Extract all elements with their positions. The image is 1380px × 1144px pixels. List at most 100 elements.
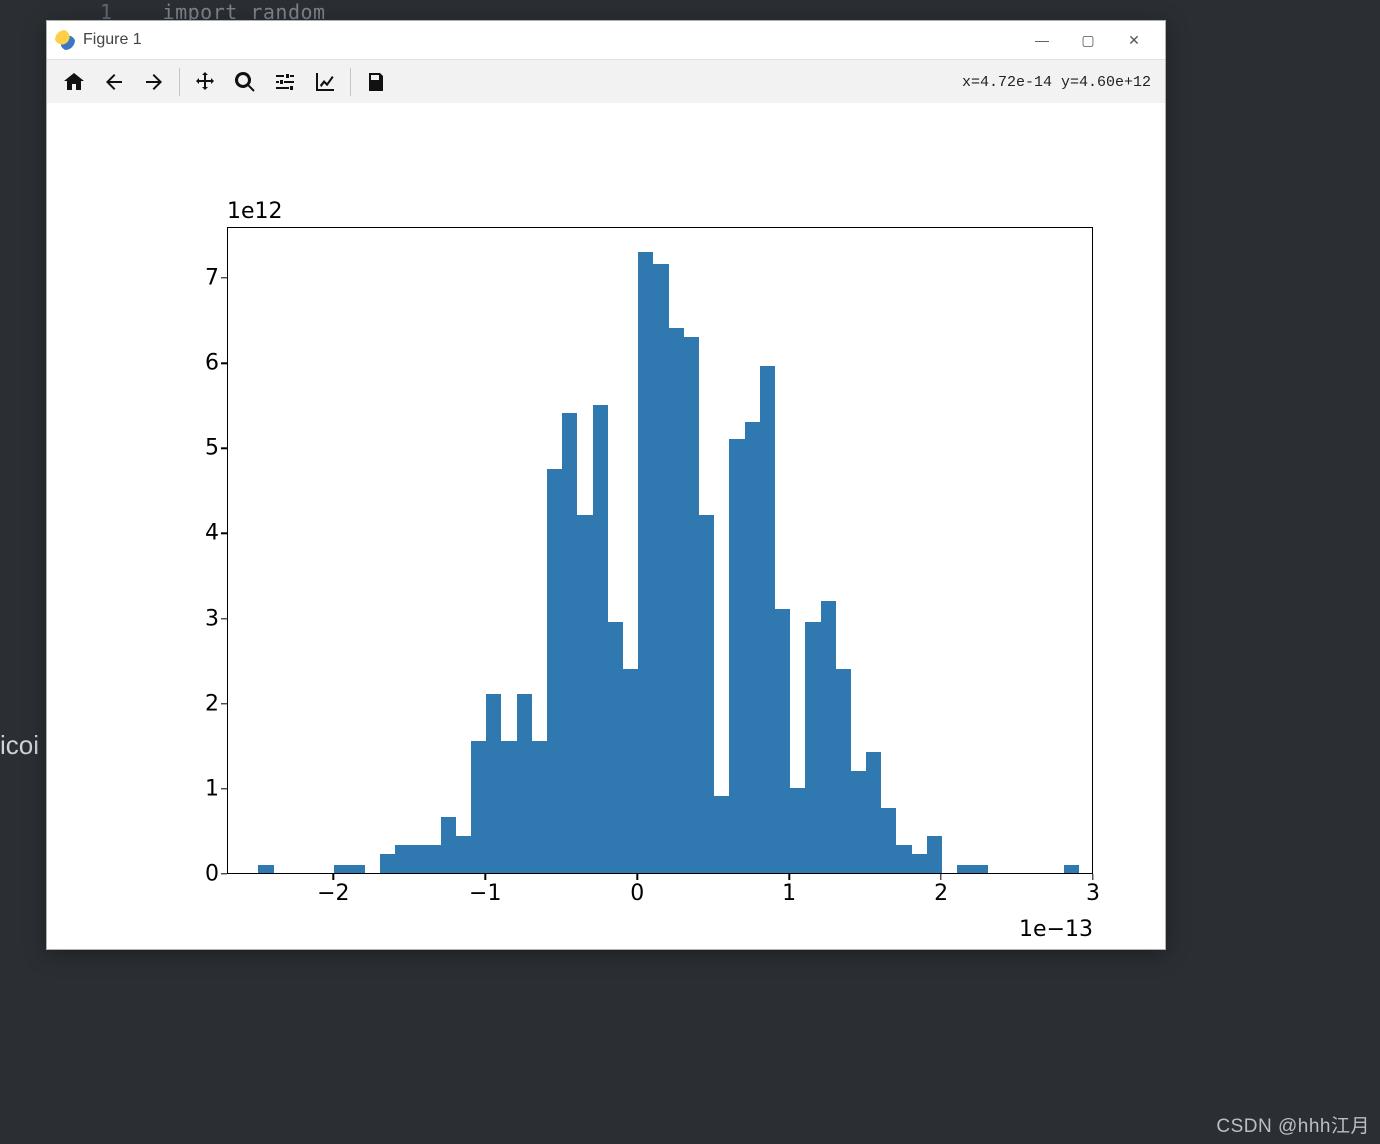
histogram-bar [547, 469, 562, 873]
pan-button[interactable] [186, 64, 224, 100]
maximize-icon: ▢ [1081, 32, 1094, 49]
x-tick-mark [1092, 874, 1093, 880]
histogram-bar [760, 366, 775, 873]
close-button[interactable]: ✕ [1111, 25, 1157, 55]
y-tick-mark [221, 703, 227, 704]
histogram-bar [471, 741, 486, 873]
histogram-bar [957, 865, 972, 874]
y-tick-mark [221, 618, 227, 619]
histogram-bar [775, 609, 790, 873]
save-icon [364, 70, 388, 94]
zoom-button[interactable] [226, 64, 264, 100]
configure-subplots-button[interactable] [266, 64, 304, 100]
x-tick-mark [788, 874, 789, 880]
x-offset-text: 1e−13 [1019, 917, 1093, 942]
window-title: Figure 1 [83, 31, 142, 49]
histogram-bar [805, 622, 820, 873]
histogram-bar [790, 788, 805, 873]
y-tick-mark [221, 277, 227, 278]
y-tick-mark [221, 533, 227, 534]
histogram-bar [653, 264, 668, 873]
sliders-icon [273, 70, 297, 94]
minimize-button[interactable]: — [1019, 25, 1065, 55]
axes-frame [227, 227, 1093, 874]
histogram-bar [517, 694, 532, 873]
chart-line-icon [313, 70, 337, 94]
maximize-button[interactable]: ▢ [1065, 25, 1111, 55]
mpl-toolbar: x=4.72e-14 y=4.60e+12 [47, 60, 1165, 105]
y-tick-label: 1 [179, 776, 219, 801]
histogram-bar [501, 741, 516, 873]
y-tick-mark [221, 448, 227, 449]
x-tick-mark [637, 874, 638, 880]
histogram-bar [821, 601, 836, 873]
figure-window: Figure 1 — ▢ ✕ [46, 20, 1166, 950]
histogram-bar [441, 817, 456, 873]
x-tick-label: −2 [317, 881, 349, 906]
histogram-bar [729, 439, 744, 873]
y-tick-label: 3 [179, 606, 219, 631]
save-button[interactable] [357, 64, 395, 100]
arrow-right-icon [142, 70, 166, 94]
y-tick-label: 2 [179, 691, 219, 716]
y-offset-text: 1e12 [227, 199, 283, 224]
x-tick-label: −1 [469, 881, 501, 906]
close-icon: ✕ [1128, 32, 1140, 49]
histogram-bar [912, 854, 927, 873]
histogram-bar [927, 836, 942, 873]
histogram-bar [638, 252, 653, 873]
arrow-left-icon [102, 70, 126, 94]
matplotlib-icon [55, 30, 75, 50]
histogram-bar [350, 865, 365, 874]
histogram-bar [608, 622, 623, 873]
x-tick-label: 0 [630, 881, 644, 906]
histogram-bar [866, 752, 881, 873]
csdn-watermark: CSDN @hhh江月 [1216, 1111, 1370, 1138]
coordinate-readout: x=4.72e-14 y=4.60e+12 [962, 74, 1157, 91]
histogram-bar [881, 808, 896, 873]
edit-axis-button[interactable] [306, 64, 344, 100]
histogram-bar [684, 337, 699, 873]
histogram-bar [410, 845, 425, 873]
histogram-bar [562, 413, 577, 873]
editor-side-fragment: icoi [0, 730, 39, 761]
histogram-bar [699, 515, 714, 873]
histogram-bar [258, 865, 273, 874]
x-tick-mark [940, 874, 941, 880]
home-button[interactable] [55, 64, 93, 100]
window-controls: — ▢ ✕ [1019, 25, 1157, 55]
back-button[interactable] [95, 64, 133, 100]
x-tick-label: 3 [1086, 881, 1100, 906]
move-icon [193, 70, 217, 94]
x-tick-mark [485, 874, 486, 880]
forward-button[interactable] [135, 64, 173, 100]
y-tick-label: 0 [179, 862, 219, 887]
x-tick-mark [333, 874, 334, 880]
histogram-bar [456, 836, 471, 873]
x-tick-label: 1 [782, 881, 796, 906]
histogram-bar [972, 865, 987, 874]
minimize-icon: — [1035, 32, 1049, 48]
y-tick-label: 7 [179, 266, 219, 291]
histogram-bar [714, 796, 729, 873]
plot-area[interactable]: 1e12 01234567−2−10123 1e−13 [47, 103, 1165, 949]
x-tick-label: 2 [934, 881, 948, 906]
histogram-bar [380, 854, 395, 873]
y-tick-label: 4 [179, 521, 219, 546]
toolbar-separator [350, 68, 351, 96]
histogram-bar [593, 405, 608, 873]
y-tick-mark [221, 363, 227, 364]
window-titlebar: Figure 1 — ▢ ✕ [47, 21, 1165, 60]
histogram-bar [896, 845, 911, 873]
home-icon [62, 70, 86, 94]
histogram-bar [334, 865, 349, 874]
histogram-bar [669, 328, 684, 873]
histogram-bar [745, 422, 760, 873]
histogram-bar [486, 694, 501, 873]
histogram-bar [836, 669, 851, 873]
histogram-bar [532, 741, 547, 873]
histogram-bar [395, 845, 410, 873]
histogram-bar [577, 515, 592, 873]
histogram-bar [623, 669, 638, 873]
toolbar-separator [179, 68, 180, 96]
